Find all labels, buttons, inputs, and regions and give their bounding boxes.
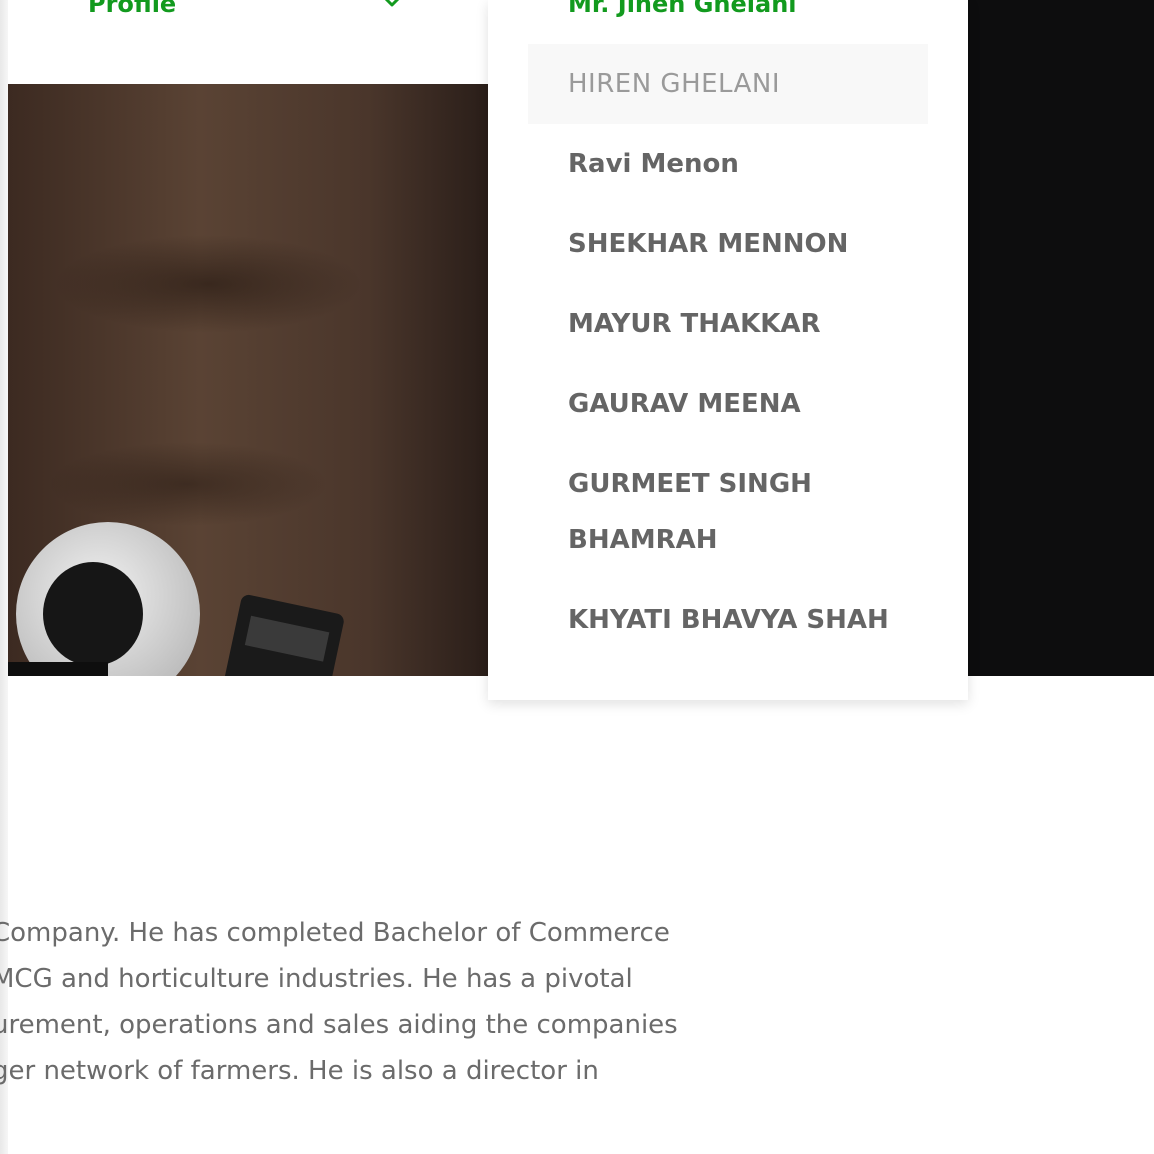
dropdown-item-label: GAURAV MEENA — [568, 389, 801, 419]
bio-line: Company. He has completed Bachelor of Co… — [0, 918, 670, 948]
dropdown-item-jinen-ghelani[interactable]: Mr. Jinen Ghelani — [568, 0, 797, 22]
dropdown-item-label: GURMEET SINGH — [568, 469, 812, 499]
dropdown-item-khyati-bhavya-shah[interactable]: KHYATI BHAVYA SHAH — [528, 592, 928, 648]
bio-line: MCG and horticulture industries. He has … — [0, 964, 633, 994]
dropdown-item-mayur-thakkar[interactable]: MAYUR THAKKAR — [528, 296, 928, 352]
dark-object-image — [8, 662, 108, 676]
page: Profile Mr. Jinen Ghelani HIREN GHELANI … — [0, 0, 1154, 1154]
hero-image-desk — [8, 84, 488, 676]
nav-profile-link[interactable]: Profile — [88, 0, 176, 22]
dropdown-item-gurmeet-singh-bhamrah[interactable]: GURMEET SINGH BHAMRAH — [528, 456, 928, 568]
dropdown-item-label: MAYUR THAKKAR — [568, 309, 821, 339]
desk-objects-illustration — [8, 522, 344, 676]
dropdown-item-label-line2: BHAMRAH — [568, 525, 718, 555]
profile-bio-text: Company. He has completed Bachelor of Co… — [0, 910, 712, 1094]
coffee-surface-image — [43, 562, 143, 666]
dropdown-item-label: SHEKHAR MENNON — [568, 229, 849, 259]
dropdown-item-hiren-ghelani[interactable]: HIREN GHELANI — [528, 44, 928, 124]
dropdown-item-label: KHYATI BHAVYA SHAH — [568, 605, 889, 635]
dropdown-item-shekhar-mennon[interactable]: SHEKHAR MENNON — [528, 216, 928, 272]
chevron-down-icon[interactable] — [380, 0, 404, 14]
top-nav-bar: Profile — [8, 0, 488, 84]
hero-image-dark — [968, 0, 1154, 676]
profile-dropdown-menu: Mr. Jinen Ghelani HIREN GHELANI Ravi Men… — [488, 0, 968, 700]
bio-line: ger network of farmers. He is also a dir… — [0, 1056, 599, 1086]
dropdown-item-ravi-menon[interactable]: Ravi Menon — [528, 136, 928, 192]
phone-image — [219, 594, 344, 676]
bio-line: urement, operations and sales aiding the… — [0, 1010, 678, 1040]
dropdown-item-gaurav-meena[interactable]: GAURAV MEENA — [528, 376, 928, 432]
dropdown-item-label: HIREN GHELANI — [568, 69, 781, 99]
dropdown-item-label: Ravi Menon — [568, 149, 739, 179]
